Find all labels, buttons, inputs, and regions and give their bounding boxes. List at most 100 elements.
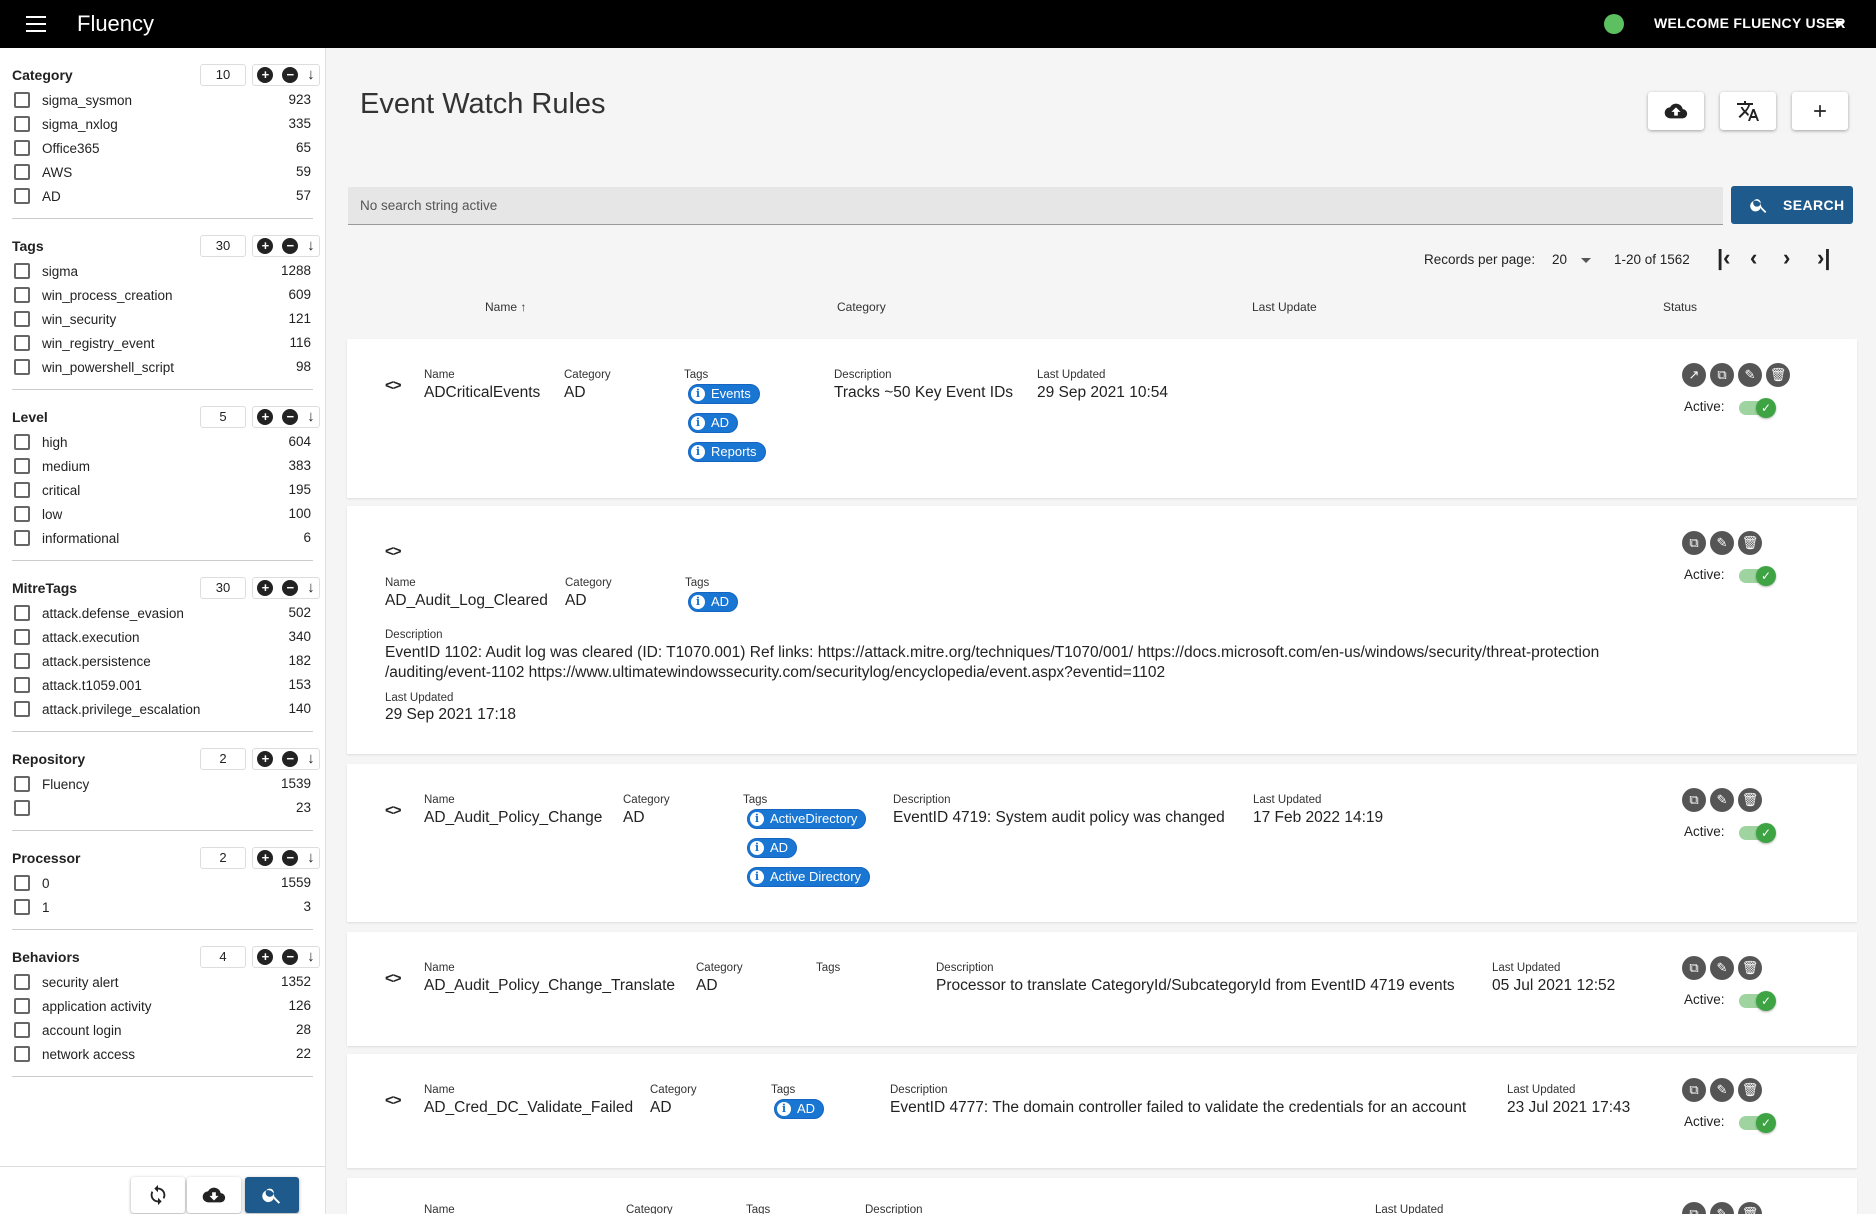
plus-circle-icon[interactable]: +: [257, 580, 274, 596]
rule-row[interactable]: <> Name ADCriticalEvents Category AD Tag…: [347, 339, 1857, 498]
facet-count-input[interactable]: 30: [200, 577, 246, 599]
facet-item[interactable]: win_security 121: [12, 307, 313, 331]
column-header-name[interactable]: Name ↑: [485, 300, 526, 314]
facet-item[interactable]: win_process_creation 609: [12, 283, 313, 307]
tag-chip[interactable]: i AD: [688, 592, 739, 612]
facet-item[interactable]: critical 195: [12, 478, 313, 502]
facet-item[interactable]: AWS 59: [12, 160, 313, 184]
checkbox[interactable]: [14, 311, 30, 327]
delete-icon[interactable]: 🗑: [1738, 956, 1762, 980]
refresh-button[interactable]: [131, 1177, 185, 1213]
tag-chip[interactable]: i Events: [688, 384, 760, 404]
facet-item[interactable]: low 100: [12, 502, 313, 526]
code-icon[interactable]: <>: [385, 802, 402, 819]
facet-item[interactable]: network access 22: [12, 1042, 313, 1066]
minus-circle-icon[interactable]: −: [282, 850, 299, 866]
active-toggle[interactable]: ✓: [1739, 1113, 1776, 1133]
tag-chip[interactable]: i Active Directory: [747, 867, 871, 887]
edit-icon[interactable]: ✎: [1710, 531, 1734, 555]
rule-row[interactable]: <> Name AD_Audit_Log_Cleared Category AD…: [347, 506, 1857, 754]
facet-item[interactable]: attack.execution 340: [12, 625, 313, 649]
plus-circle-icon[interactable]: +: [257, 949, 274, 965]
copy-icon[interactable]: ⧉: [1682, 1078, 1706, 1102]
copy-icon[interactable]: ⧉: [1682, 531, 1706, 555]
active-toggle[interactable]: ✓: [1739, 823, 1776, 843]
copy-icon[interactable]: ⧉: [1682, 788, 1706, 812]
rule-row[interactable]: <> Name AD_Cred_DC_Validate_Failed Categ…: [347, 1054, 1857, 1168]
checkbox[interactable]: [14, 629, 30, 645]
facet-item[interactable]: 23: [12, 796, 313, 820]
first-page-icon[interactable]: |‹: [1717, 247, 1730, 269]
column-header-status[interactable]: Status: [1663, 300, 1697, 314]
facet-item[interactable]: sigma_nxlog 335: [12, 112, 313, 136]
code-icon[interactable]: <>: [385, 543, 402, 560]
checkbox[interactable]: [14, 188, 30, 204]
arrow-down-icon[interactable]: ↓: [307, 850, 315, 866]
checkbox[interactable]: [14, 800, 30, 816]
plus-circle-icon[interactable]: +: [257, 238, 274, 254]
facet-item[interactable]: AD 57: [12, 184, 313, 208]
checkbox[interactable]: [14, 875, 30, 891]
plus-circle-icon[interactable]: +: [257, 409, 274, 425]
checkbox[interactable]: [14, 506, 30, 522]
arrow-down-icon[interactable]: ↓: [307, 409, 315, 425]
prev-page-icon[interactable]: ‹: [1750, 247, 1757, 269]
minus-circle-icon[interactable]: −: [282, 949, 299, 965]
minus-circle-icon[interactable]: −: [282, 751, 299, 767]
active-toggle[interactable]: ✓: [1739, 991, 1776, 1011]
delete-icon[interactable]: 🗑: [1738, 788, 1762, 812]
edit-icon[interactable]: ✎: [1710, 788, 1734, 812]
download-button[interactable]: [187, 1177, 241, 1213]
checkbox[interactable]: [14, 140, 30, 156]
checkbox[interactable]: [14, 116, 30, 132]
checkbox[interactable]: [14, 605, 30, 621]
edit-icon[interactable]: ✎: [1738, 363, 1762, 387]
checkbox[interactable]: [14, 530, 30, 546]
minus-circle-icon[interactable]: −: [282, 409, 299, 425]
active-toggle[interactable]: ✓: [1739, 566, 1776, 586]
facet-item[interactable]: informational 6: [12, 526, 313, 550]
checkbox[interactable]: [14, 287, 30, 303]
facet-item[interactable]: Office365 65: [12, 136, 313, 160]
tag-chip[interactable]: i AD: [688, 413, 739, 433]
upload-button[interactable]: [1648, 92, 1704, 130]
facet-item[interactable]: win_registry_event 116: [12, 331, 313, 355]
minus-circle-icon[interactable]: −: [282, 238, 299, 254]
user-menu[interactable]: WELCOME FLUENCY USER: [1654, 15, 1846, 31]
minus-circle-icon[interactable]: −: [282, 580, 299, 596]
search-input[interactable]: No search string active: [348, 187, 1723, 225]
facet-count-input[interactable]: 10: [200, 64, 246, 86]
last-page-icon[interactable]: ›|: [1817, 247, 1830, 269]
rule-row[interactable]: <> Name AD_Audit_Policy_Change_Translate…: [347, 932, 1857, 1046]
facet-item[interactable]: attack.t1059.001 153: [12, 673, 313, 697]
facet-item[interactable]: security alert 1352: [12, 970, 313, 994]
facet-item[interactable]: Fluency 1539: [12, 772, 313, 796]
delete-icon[interactable]: 🗑: [1738, 1202, 1762, 1214]
facet-item[interactable]: attack.privilege_escalation 140: [12, 697, 313, 721]
facet-count-input[interactable]: 2: [200, 748, 246, 770]
facet-item[interactable]: attack.defense_evasion 502: [12, 601, 313, 625]
checkbox[interactable]: [14, 653, 30, 669]
facet-item[interactable]: application activity 126: [12, 994, 313, 1018]
chevron-down-icon[interactable]: [1833, 21, 1845, 27]
facet-count-input[interactable]: 4: [200, 946, 246, 968]
facet-item[interactable]: sigma_sysmon 923: [12, 88, 313, 112]
checkbox[interactable]: [14, 1022, 30, 1038]
copy-icon[interactable]: ⧉: [1682, 956, 1706, 980]
checkbox[interactable]: [14, 458, 30, 474]
checkbox[interactable]: [14, 263, 30, 279]
hamburger-icon[interactable]: [26, 16, 46, 32]
facet-count-input[interactable]: 5: [200, 406, 246, 428]
rule-row[interactable]: <> Name AD_Audit_Policy_Change Category …: [347, 764, 1857, 922]
code-icon[interactable]: <>: [385, 970, 402, 987]
code-icon[interactable]: <>: [385, 1092, 402, 1109]
facet-count-input[interactable]: 30: [200, 235, 246, 257]
edit-icon[interactable]: ✎: [1710, 1078, 1734, 1102]
delete-icon[interactable]: 🗑: [1738, 1078, 1762, 1102]
code-icon[interactable]: <>: [385, 377, 402, 394]
copy-icon[interactable]: ⧉: [1710, 363, 1734, 387]
next-page-icon[interactable]: ›: [1783, 247, 1790, 269]
delete-icon[interactable]: 🗑: [1738, 531, 1762, 555]
rule-row[interactable]: Name Category Tags Description Last Upda…: [347, 1178, 1857, 1214]
arrow-down-icon[interactable]: ↓: [307, 580, 315, 596]
